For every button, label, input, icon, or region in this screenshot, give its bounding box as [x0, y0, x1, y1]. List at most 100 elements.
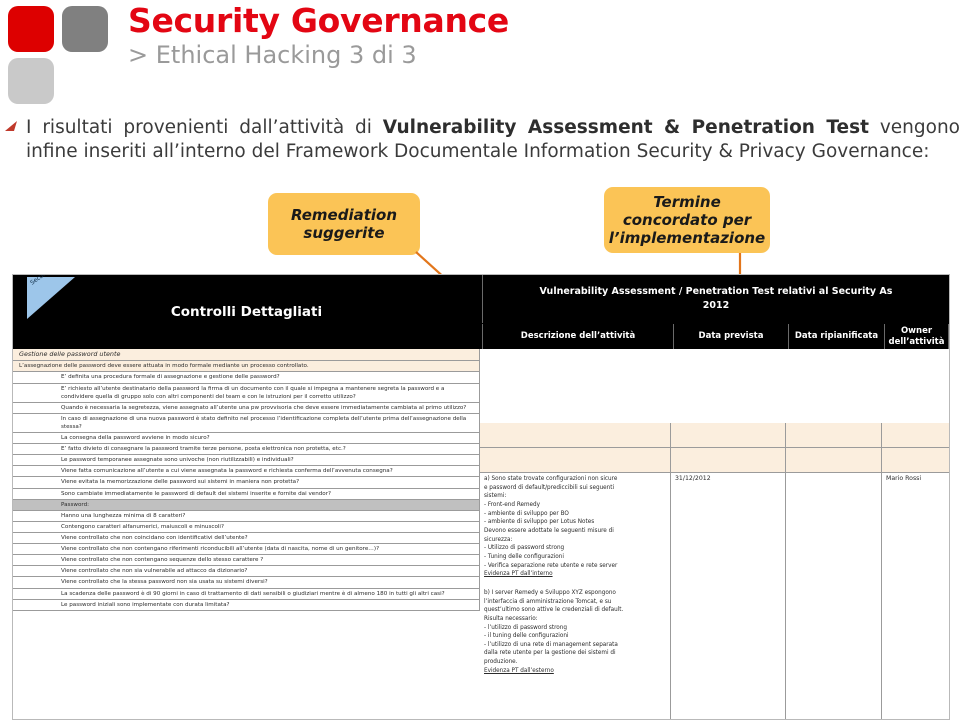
table-column-header-row: Descrizione dell’attività Data prevista …: [482, 324, 949, 349]
control-question: Quando è necessaria la segretezza, viene…: [13, 402, 480, 413]
finding-a-line: Devono essere adottate le seguenti misur…: [484, 527, 614, 534]
finding-b-evidence: Evidenza PT dall’esterno: [484, 667, 554, 674]
data-ripianificata-value: [786, 473, 881, 477]
table-row: Le password temporanee assegnate sono un…: [13, 455, 480, 467]
data-prevista-column: 31/12/2012: [671, 423, 786, 719]
finding-a: a) Sono state trovate configurazioni non…: [480, 473, 670, 581]
finding-b-line: - il tuning delle configurazioni: [484, 633, 569, 640]
control-question: Sono cambiate immediatamente le password…: [13, 488, 480, 499]
table-body: Gestione delle password utente L’assegna…: [13, 349, 949, 719]
control-question: Viene controllato che non contengano seq…: [13, 555, 480, 566]
table-row: Sono cambiate immediatamente le password…: [13, 488, 480, 500]
table-row: Password:: [13, 499, 480, 511]
table-row: E’ fatto divieto di consegnare la passwo…: [13, 444, 480, 456]
finding-a-line: - ambiente di sviluppo per BO: [484, 510, 569, 517]
subsection-row-label: Password:: [13, 499, 480, 510]
table-row: Le password iniziali sono implementate c…: [13, 599, 480, 611]
body-paragraph: I risultati provenienti dall’attività di…: [26, 116, 960, 164]
finding-b-line: b) I server Remedy e Sviluppo XYZ espong…: [484, 589, 616, 596]
table-row: Viene fatta comunicazione all’utente a c…: [13, 466, 480, 478]
column-header-data-prevista: Data prevista: [674, 324, 789, 349]
table-header-right-line1: Vulnerability Assessment / Penetration T…: [539, 285, 893, 297]
finding-b-line: l’interfaccia di amministrazione Tomcat,…: [484, 598, 612, 605]
finding-b-line: quest’ultimo sono attive le credenziali …: [484, 607, 624, 614]
spacer-row: [786, 448, 881, 473]
finding-description-column: a) Sono state trovate configurazioni non…: [480, 423, 671, 719]
finding-a-line: - Tuning delle configurazioni: [484, 553, 564, 560]
finding-a-line: - Verifica separazione rete utente e ret…: [484, 562, 618, 569]
data-prevista-value: 31/12/2012: [675, 475, 711, 482]
table-row: E’ definita una procedura formale di ass…: [13, 372, 480, 384]
callout-termine-label: Termine concordato per l’implementazione: [608, 192, 766, 248]
control-question: Viene controllato che non sia vulnerabil…: [13, 566, 480, 577]
spacer-row: [671, 448, 785, 473]
table-row: Contengono caratteri alfanumerici, maius…: [13, 521, 480, 534]
table-header-right: Vulnerability Assessment / Penetration T…: [482, 275, 949, 323]
finding-b: b) I server Remedy e Sviluppo XYZ espong…: [480, 587, 670, 678]
column-header-data-ripianificata: Data ripianificata: [789, 324, 885, 349]
embedded-table-screenshot: Security Assessment Controlli Dettagliat…: [12, 274, 950, 720]
table-row: L’assegnazione delle password deve esser…: [13, 361, 480, 373]
spacer-row: [480, 448, 670, 473]
finding-a-line: - ambiente di sviluppo per Lotus Notes: [484, 519, 595, 526]
finding-a-evidence: Evidenza PT dall’interno: [484, 571, 553, 578]
control-question: Viene fatta comunicazione all’utente a c…: [13, 466, 480, 477]
page-subtitle: > Ethical Hacking 3 di 3: [128, 40, 417, 69]
table-row: Viene controllato che non contengano seq…: [13, 555, 480, 567]
control-question: Viene controllato che non coincidano con…: [13, 533, 480, 544]
finding-a-line: sistemi:: [484, 493, 507, 500]
spacer-row: [882, 423, 949, 448]
finding-a-line: a) Sono state trovate configurazioni non…: [484, 476, 618, 482]
table-row: La scadenza delle password è di 90 giorn…: [13, 588, 480, 600]
bullet-arrow-icon: [5, 121, 17, 131]
brand-logo: [8, 6, 120, 104]
logo-square-gray: [62, 6, 108, 52]
finding-b-line: dalla rete utente per la gestione dei si…: [484, 650, 616, 657]
table-row: In caso di assegnazione di una nuova pas…: [13, 413, 480, 434]
paragraph-emphasis: Vulnerability Assessment & Penetration T…: [382, 117, 869, 138]
table-row: La consegna della password avviene in mo…: [13, 433, 480, 445]
table-row: Hanno una lunghezza minima di 8 caratter…: [13, 510, 480, 522]
finding-b-line: - l’utilizzo di una rete di management s…: [484, 641, 618, 648]
title-block: Security Governance > Ethical Hacking 3 …: [128, 1, 509, 69]
logo-square-light-gray: [8, 58, 54, 104]
finding-b-line: Risulta necessario:: [484, 615, 538, 622]
owner-column: Mario Rossi: [882, 423, 949, 719]
table-row: Viene evitata la memorizzazione delle pa…: [13, 477, 480, 489]
control-question: Viene evitata la memorizzazione delle pa…: [13, 477, 480, 488]
section-row-label: Gestione delle password utente: [13, 349, 480, 361]
callout-remediation-label: Remediation suggerite: [290, 205, 398, 242]
table-header-band: Security Assessment Controlli Dettagliat…: [13, 275, 949, 349]
finding-a-line: - Front-end Remedy: [484, 501, 541, 508]
control-question: La scadenza delle password è di 90 giorn…: [13, 588, 480, 599]
control-question: Le password temporanee assegnate sono un…: [13, 455, 480, 466]
table-row: Viene controllato che la stessa password…: [13, 577, 480, 589]
table-row: Viene controllato che non contengano rif…: [13, 544, 480, 556]
spacer-row: [671, 423, 785, 448]
finding-a-line: sicurezza:: [484, 536, 513, 543]
table-row: Viene controllato che non sia vulnerabil…: [13, 566, 480, 578]
table-row: E’ richiesto all’utente destinatario del…: [13, 383, 480, 403]
table-header-left: Controlli Dettagliati: [170, 304, 323, 320]
spacer-row: [882, 448, 949, 473]
data-ripianificata-column: [786, 423, 882, 719]
owner-value: Mario Rossi: [886, 475, 922, 482]
control-question: E’ fatto divieto di consegnare la passwo…: [13, 444, 480, 455]
control-question: In caso di assegnazione di una nuova pas…: [13, 413, 480, 433]
finding-b-line: produzione.: [484, 659, 518, 666]
callout-remediation: Remediation suggerite: [268, 193, 420, 255]
page-title: Security Governance: [128, 1, 509, 40]
control-question: E’ definita una procedura formale di ass…: [13, 372, 480, 383]
logo-square-red: [8, 6, 54, 52]
control-question: Viene controllato che la stessa password…: [13, 577, 480, 588]
finding-a-line: - Utilizzo di password strong: [484, 545, 565, 552]
finding-a-line: e password di default/prediccibili sui s…: [484, 484, 615, 491]
finding-b-line: - l’utilizzo di password strong: [484, 624, 567, 631]
control-question: Contengono caratteri alfanumerici, maius…: [13, 521, 480, 533]
control-question: E’ richiesto all’utente destinatario del…: [13, 383, 480, 402]
paragraph-lead: I risultati provenienti dall’attività di: [26, 117, 383, 138]
table-row: Gestione delle password utente: [13, 349, 480, 362]
column-header-descrizione: Descrizione dell’attività: [483, 324, 674, 349]
spacer-row: [786, 423, 881, 448]
control-question: Le password iniziali sono implementate c…: [13, 599, 480, 610]
